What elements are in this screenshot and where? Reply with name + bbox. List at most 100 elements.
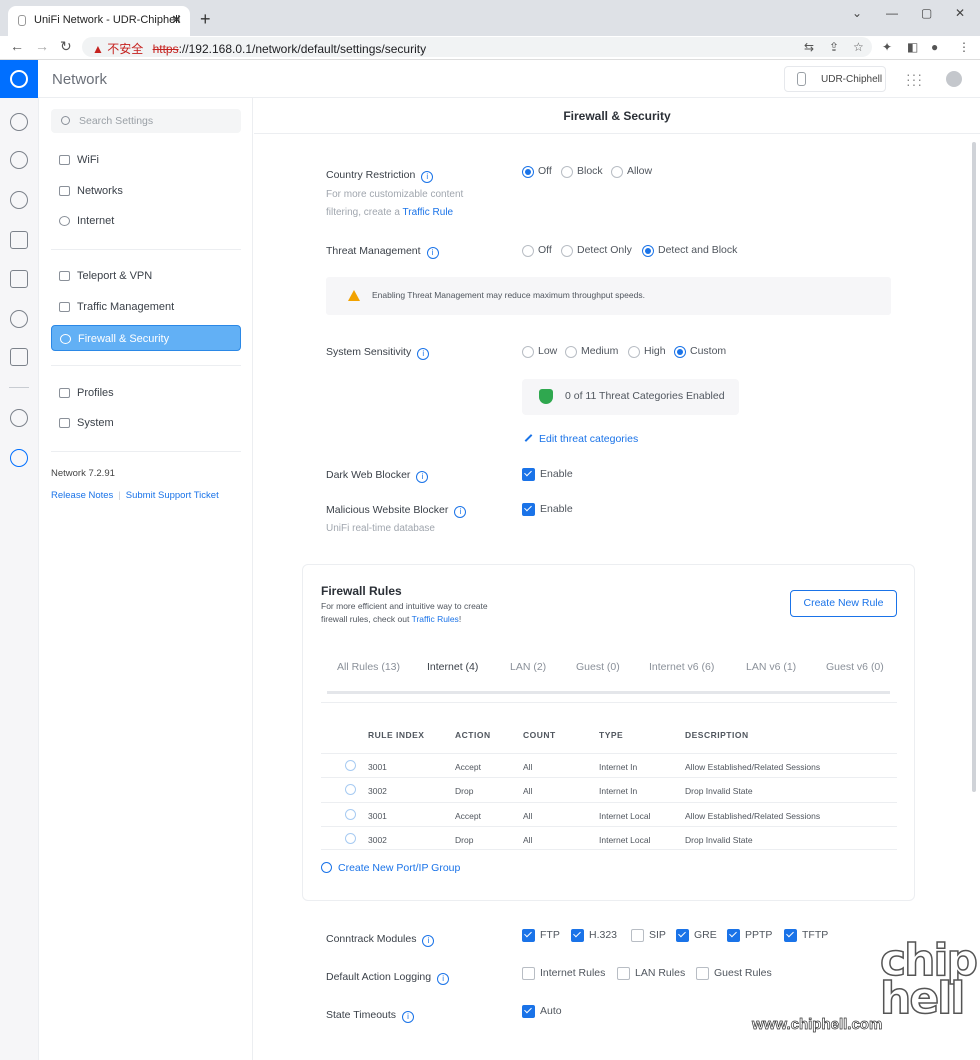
window-close-icon[interactable]: ✕ bbox=[955, 6, 965, 20]
country-allow-radio[interactable]: Allow bbox=[611, 165, 652, 178]
info-icon[interactable]: i bbox=[416, 471, 429, 483]
column-header[interactable]: ACTION bbox=[455, 730, 491, 740]
sidebar-item-profiles[interactable]: Profiles bbox=[51, 380, 241, 406]
tab-internet[interactable]: Internet (4) bbox=[427, 661, 478, 673]
column-header[interactable]: TYPE bbox=[599, 730, 623, 740]
column-header[interactable]: RULE INDEX bbox=[368, 730, 424, 740]
search-icon bbox=[61, 116, 70, 125]
tab-guest-v6[interactable]: Guest v6 (0) bbox=[826, 661, 884, 673]
country-block-radio[interactable]: Block bbox=[561, 165, 603, 178]
extensions-icon[interactable]: ✦ bbox=[882, 40, 892, 54]
sidebar-item-traffic-management[interactable]: Traffic Management bbox=[51, 294, 241, 320]
logging-lan-checkbox[interactable]: LAN Rules bbox=[617, 967, 685, 980]
insights-icon[interactable] bbox=[10, 310, 28, 328]
dark-web-blocker-label: Dark Web Blocker i bbox=[326, 469, 429, 483]
logs-icon[interactable] bbox=[10, 348, 28, 366]
dark-web-enable-checkbox[interactable]: Enable bbox=[522, 468, 573, 481]
browser-menu-icon[interactable]: ⋮ bbox=[958, 40, 970, 54]
tab-internet-v6[interactable]: Internet v6 (6) bbox=[649, 661, 714, 673]
conntrack-ftp-checkbox[interactable]: FTP bbox=[522, 929, 560, 942]
share-icon[interactable]: ⇪ bbox=[829, 40, 839, 54]
sensitivity-low-radio[interactable]: Low bbox=[522, 345, 557, 358]
threat-off-radio[interactable]: Off bbox=[522, 244, 552, 257]
clients-icon[interactable] bbox=[10, 231, 28, 249]
column-header[interactable]: DESCRIPTION bbox=[685, 730, 749, 740]
info-icon[interactable]: i bbox=[422, 935, 435, 947]
reload-icon[interactable]: ↻ bbox=[60, 38, 72, 55]
vpn-icon bbox=[59, 271, 70, 281]
create-new-rule-button[interactable]: Create New Rule bbox=[790, 590, 897, 617]
info-icon[interactable]: i bbox=[454, 506, 467, 518]
column-header[interactable]: COUNT bbox=[523, 730, 556, 740]
support-ticket-link[interactable]: Submit Support Ticket bbox=[126, 490, 219, 501]
notifications-bell-icon[interactable] bbox=[10, 409, 28, 427]
forward-icon[interactable]: → bbox=[35, 38, 49, 54]
scrollbar[interactable] bbox=[972, 142, 976, 792]
info-icon[interactable]: i bbox=[402, 1011, 415, 1023]
info-icon[interactable]: i bbox=[426, 247, 439, 259]
conntrack-sip-checkbox[interactable]: SIP bbox=[631, 929, 666, 942]
tab-lan-v6[interactable]: LAN v6 (1) bbox=[746, 661, 796, 673]
back-icon[interactable]: ← bbox=[10, 38, 24, 54]
settings-gear-icon[interactable] bbox=[10, 449, 28, 467]
conntrack-gre-checkbox[interactable]: GRE bbox=[676, 929, 717, 942]
traffic-rule-link[interactable]: Traffic Rule bbox=[403, 207, 454, 218]
pause-icon[interactable] bbox=[345, 760, 356, 771]
release-notes-link[interactable]: Release Notes bbox=[51, 490, 113, 501]
unifi-logo[interactable] bbox=[0, 60, 38, 98]
edit-threat-categories-link[interactable]: Edit threat categories bbox=[524, 433, 638, 445]
sensitivity-high-radio[interactable]: High bbox=[628, 345, 666, 358]
threat-detect-block-radio[interactable]: Detect and Block bbox=[642, 244, 737, 257]
tab-lan[interactable]: LAN (2) bbox=[510, 661, 546, 673]
translate-icon[interactable]: ⇆ bbox=[804, 40, 814, 54]
pause-icon[interactable] bbox=[345, 833, 356, 844]
topology-icon[interactable] bbox=[10, 151, 28, 169]
new-tab-button[interactable]: + bbox=[200, 9, 211, 30]
url-field[interactable]: ▲ 不安全 https://192.168.0.1/network/defaul… bbox=[82, 37, 872, 57]
chevron-down-icon[interactable]: ⌄ bbox=[852, 6, 862, 20]
table-row[interactable]: 3001 Accept All Internet In Allow Establ… bbox=[321, 753, 897, 777]
info-icon[interactable]: i bbox=[437, 973, 450, 985]
country-restriction-desc: For more customizable content filtering, … bbox=[326, 186, 463, 222]
app-grid-icon[interactable]: ··· ··· ··· bbox=[906, 67, 923, 91]
minimize-icon[interactable]: — bbox=[886, 6, 898, 20]
sidebar-item-system[interactable]: System bbox=[51, 410, 241, 436]
tab-guest[interactable]: Guest (0) bbox=[576, 661, 620, 673]
country-off-radio[interactable]: Off bbox=[522, 165, 552, 178]
profile-icon[interactable]: ● bbox=[931, 40, 938, 54]
sidebar-item-internet[interactable]: Internet bbox=[51, 208, 241, 234]
sidebar-item-firewall-security[interactable]: Firewall & Security bbox=[51, 325, 241, 351]
sensitivity-medium-radio[interactable]: Medium bbox=[565, 345, 618, 358]
bookmark-star-icon[interactable]: ☆ bbox=[853, 40, 864, 54]
info-icon[interactable]: i bbox=[421, 171, 434, 183]
sidebar-item-teleport-vpn[interactable]: Teleport & VPN bbox=[51, 263, 241, 289]
table-row[interactable]: 3002 Drop All Internet In Drop Invalid S… bbox=[321, 777, 897, 801]
malicious-enable-checkbox[interactable]: Enable bbox=[522, 503, 573, 516]
table-row[interactable]: 3001 Accept All Internet Local Allow Est… bbox=[321, 802, 897, 826]
dashboard-icon[interactable] bbox=[10, 113, 28, 131]
statistics-icon[interactable] bbox=[10, 270, 28, 288]
tab-scrollbar[interactable] bbox=[327, 691, 890, 694]
maximize-icon[interactable]: ▢ bbox=[921, 6, 932, 20]
conntrack-h323-checkbox[interactable]: H.323 bbox=[571, 929, 617, 942]
create-port-ip-group-link[interactable]: Create New Port/IP Group bbox=[321, 862, 460, 874]
avatar[interactable] bbox=[946, 71, 962, 87]
pause-icon[interactable] bbox=[345, 784, 356, 795]
logging-internet-checkbox[interactable]: Internet Rules bbox=[522, 967, 605, 980]
sidebar-item-networks[interactable]: Networks bbox=[51, 178, 241, 204]
threat-detect-only-radio[interactable]: Detect Only bbox=[561, 244, 632, 257]
state-timeouts-auto-checkbox[interactable]: Auto bbox=[522, 1005, 562, 1018]
sensitivity-custom-radio[interactable]: Custom bbox=[674, 345, 726, 358]
search-input[interactable]: Search Settings bbox=[51, 109, 241, 133]
table-row[interactable]: 3002 Drop All Internet Local Drop Invali… bbox=[321, 826, 897, 850]
tab-all-rules[interactable]: All Rules (13) bbox=[337, 661, 400, 673]
side-panel-icon[interactable]: ◧ bbox=[907, 40, 918, 54]
traffic-rules-link[interactable]: Traffic Rules bbox=[412, 614, 459, 624]
browser-tab[interactable]: UniFi Network - UDR-Chiphell ✕ bbox=[8, 6, 190, 36]
pause-icon[interactable] bbox=[345, 809, 356, 820]
device-selector[interactable]: UDR-Chiphell bbox=[784, 66, 886, 92]
devices-icon[interactable] bbox=[10, 191, 28, 209]
tab-close-button[interactable]: ✕ bbox=[171, 12, 182, 28]
sidebar-item-wifi[interactable]: WiFi bbox=[51, 147, 241, 173]
info-icon[interactable]: i bbox=[417, 348, 430, 360]
